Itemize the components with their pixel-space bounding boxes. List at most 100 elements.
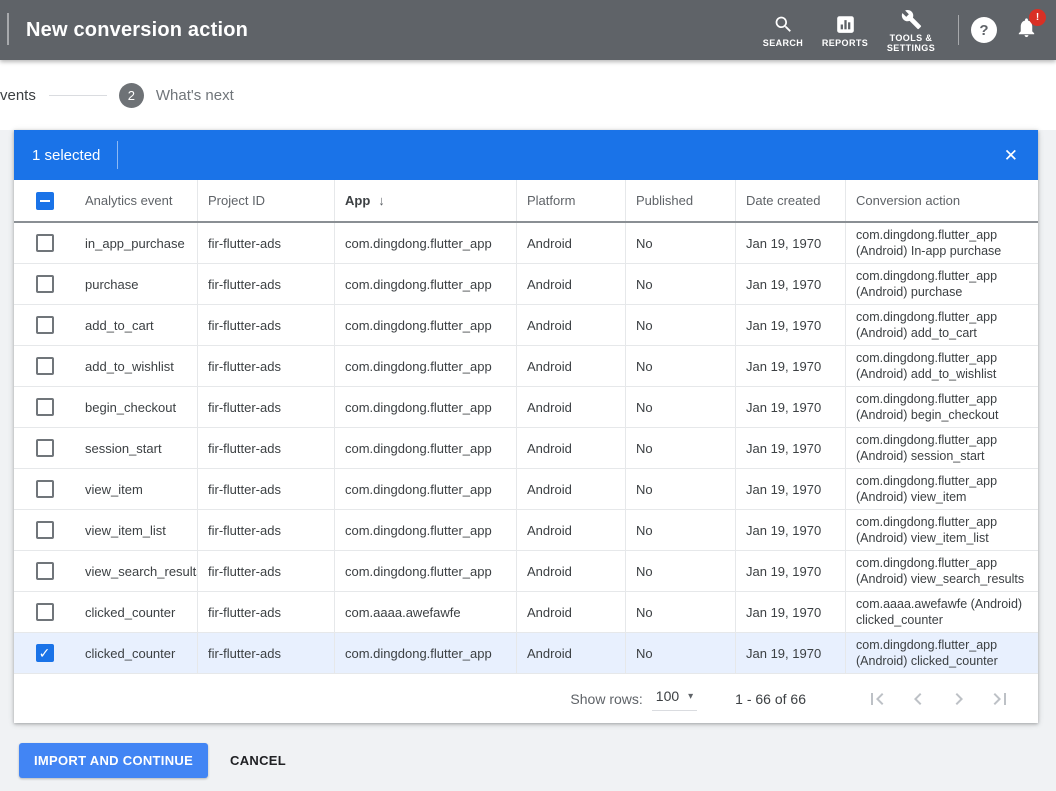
checkbox-icon: ✓: [36, 562, 54, 580]
row-checkbox[interactable]: ✓: [14, 592, 75, 632]
header-accent-line: [7, 13, 9, 45]
stepper: vents 2 What's next: [0, 60, 1056, 130]
cancel-button[interactable]: CANCEL: [230, 753, 286, 768]
nav-tools-label: TOOLS & SETTINGS: [876, 33, 946, 53]
table-row: ✓ add_to_wishlist fir-flutter-ads com.di…: [14, 346, 1038, 387]
row-checkbox[interactable]: ✓: [14, 223, 75, 263]
first-page-icon[interactable]: [865, 687, 889, 711]
checkbox-icon: ✓: [36, 439, 54, 457]
cell-date-created: Jan 19, 1970: [735, 428, 845, 468]
step2-circle: 2: [119, 83, 144, 108]
import-and-continue-button[interactable]: IMPORT AND CONTINUE: [19, 743, 208, 778]
column-header-conversion-action[interactable]: Conversion action: [845, 180, 1038, 221]
cell-analytics-event: view_search_results: [75, 551, 197, 591]
cell-analytics-event: add_to_wishlist: [75, 346, 197, 386]
cell-app: com.dingdong.flutter_app: [334, 223, 516, 263]
column-header-platform[interactable]: Platform: [516, 180, 625, 221]
page-size-value: 100: [656, 688, 679, 704]
cell-date-created: Jan 19, 1970: [735, 469, 845, 509]
selection-count: 1 selected: [32, 147, 100, 164]
checkbox-icon: ✓: [36, 521, 54, 539]
cell-project-id: fir-flutter-ads: [197, 305, 334, 345]
column-header-project-id[interactable]: Project ID: [197, 180, 334, 221]
select-all-checkbox[interactable]: [14, 180, 75, 221]
cell-app: com.dingdong.flutter_app: [334, 510, 516, 550]
next-page-icon[interactable]: [947, 687, 971, 711]
row-checkbox[interactable]: ✓: [14, 305, 75, 345]
last-page-icon[interactable]: [988, 687, 1012, 711]
step1-label: vents: [0, 87, 36, 104]
row-checkbox[interactable]: ✓: [14, 428, 75, 468]
sort-desc-icon: ↓: [378, 193, 385, 208]
app-header: New conversion action SEARCH REPORTS TOO…: [0, 0, 1056, 60]
cell-app: com.dingdong.flutter_app: [334, 264, 516, 304]
cell-date-created: Jan 19, 1970: [735, 223, 845, 263]
nav-tools-settings[interactable]: TOOLS & SETTINGS: [876, 7, 946, 53]
column-header-published[interactable]: Published: [625, 180, 735, 221]
pager: [848, 687, 1012, 711]
notifications-button[interactable]: !: [1015, 16, 1038, 44]
nav-reports[interactable]: REPORTS: [814, 12, 876, 48]
row-checkbox[interactable]: ✓: [14, 510, 75, 550]
nav-divider: [958, 15, 959, 45]
cell-analytics-event: add_to_cart: [75, 305, 197, 345]
cell-app: com.dingdong.flutter_app: [334, 551, 516, 591]
cell-app: com.dingdong.flutter_app: [334, 387, 516, 427]
column-header-date-created[interactable]: Date created: [735, 180, 845, 221]
cell-published: No: [625, 510, 735, 550]
cell-project-id: fir-flutter-ads: [197, 387, 334, 427]
cell-app: com.dingdong.flutter_app: [334, 469, 516, 509]
cell-analytics-event: view_item: [75, 469, 197, 509]
cell-platform: Android: [516, 223, 625, 263]
row-checkbox[interactable]: ✓: [14, 346, 75, 386]
table-body: ✓ in_app_purchase fir-flutter-ads com.di…: [14, 223, 1038, 674]
nav-search[interactable]: SEARCH: [752, 12, 814, 48]
cell-project-id: fir-flutter-ads: [197, 223, 334, 263]
cell-date-created: Jan 19, 1970: [735, 633, 845, 673]
cell-published: No: [625, 264, 735, 304]
cell-conversion-action: com.aaaa.awefawfe (Android) clicked_coun…: [845, 592, 1038, 632]
cell-platform: Android: [516, 264, 625, 304]
cell-date-created: Jan 19, 1970: [735, 510, 845, 550]
cell-conversion-action: com.dingdong.flutter_app (Android) sessi…: [845, 428, 1038, 468]
check-icon: ✓: [39, 646, 51, 660]
page-size-dropdown[interactable]: 100 ▾: [652, 686, 697, 711]
row-checkbox[interactable]: ✓: [14, 551, 75, 591]
cell-conversion-action: com.dingdong.flutter_app (Android) view_…: [845, 510, 1038, 550]
cell-platform: Android: [516, 305, 625, 345]
cell-date-created: Jan 19, 1970: [735, 551, 845, 591]
cell-published: No: [625, 387, 735, 427]
cell-platform: Android: [516, 510, 625, 550]
table-row: ✓ add_to_cart fir-flutter-ads com.dingdo…: [14, 305, 1038, 346]
row-checkbox[interactable]: ✓: [14, 387, 75, 427]
table-row: ✓ clicked_counter fir-flutter-ads com.di…: [14, 633, 1038, 674]
cell-project-id: fir-flutter-ads: [197, 510, 334, 550]
row-checkbox[interactable]: ✓: [14, 633, 75, 673]
cell-project-id: fir-flutter-ads: [197, 264, 334, 304]
checkbox-icon: ✓: [36, 603, 54, 621]
help-button[interactable]: ?: [971, 17, 997, 43]
cell-conversion-action: com.dingdong.flutter_app (Android) begin…: [845, 387, 1038, 427]
cell-project-id: fir-flutter-ads: [197, 551, 334, 591]
cell-app: com.dingdong.flutter_app: [334, 346, 516, 386]
previous-page-icon[interactable]: [906, 687, 930, 711]
nav-reports-label: REPORTS: [822, 38, 868, 48]
column-header-analytics-event[interactable]: Analytics event: [75, 180, 197, 221]
row-checkbox[interactable]: ✓: [14, 264, 75, 304]
checkbox-icon: ✓: [36, 316, 54, 334]
step-connector-line: [49, 95, 107, 96]
cell-date-created: Jan 19, 1970: [735, 592, 845, 632]
cell-platform: Android: [516, 633, 625, 673]
row-checkbox[interactable]: ✓: [14, 469, 75, 509]
search-icon: [773, 14, 794, 35]
cell-platform: Android: [516, 469, 625, 509]
cell-analytics-event: begin_checkout: [75, 387, 197, 427]
cell-conversion-action: com.dingdong.flutter_app (Android) purch…: [845, 264, 1038, 304]
column-header-app[interactable]: App ↓: [334, 180, 516, 221]
table-row: ✓ view_item fir-flutter-ads com.dingdong…: [14, 469, 1038, 510]
close-icon[interactable]: ✕: [1004, 147, 1018, 164]
cell-app: com.dingdong.flutter_app: [334, 633, 516, 673]
cell-published: No: [625, 305, 735, 345]
wrench-icon: [901, 9, 922, 30]
cell-date-created: Jan 19, 1970: [735, 305, 845, 345]
